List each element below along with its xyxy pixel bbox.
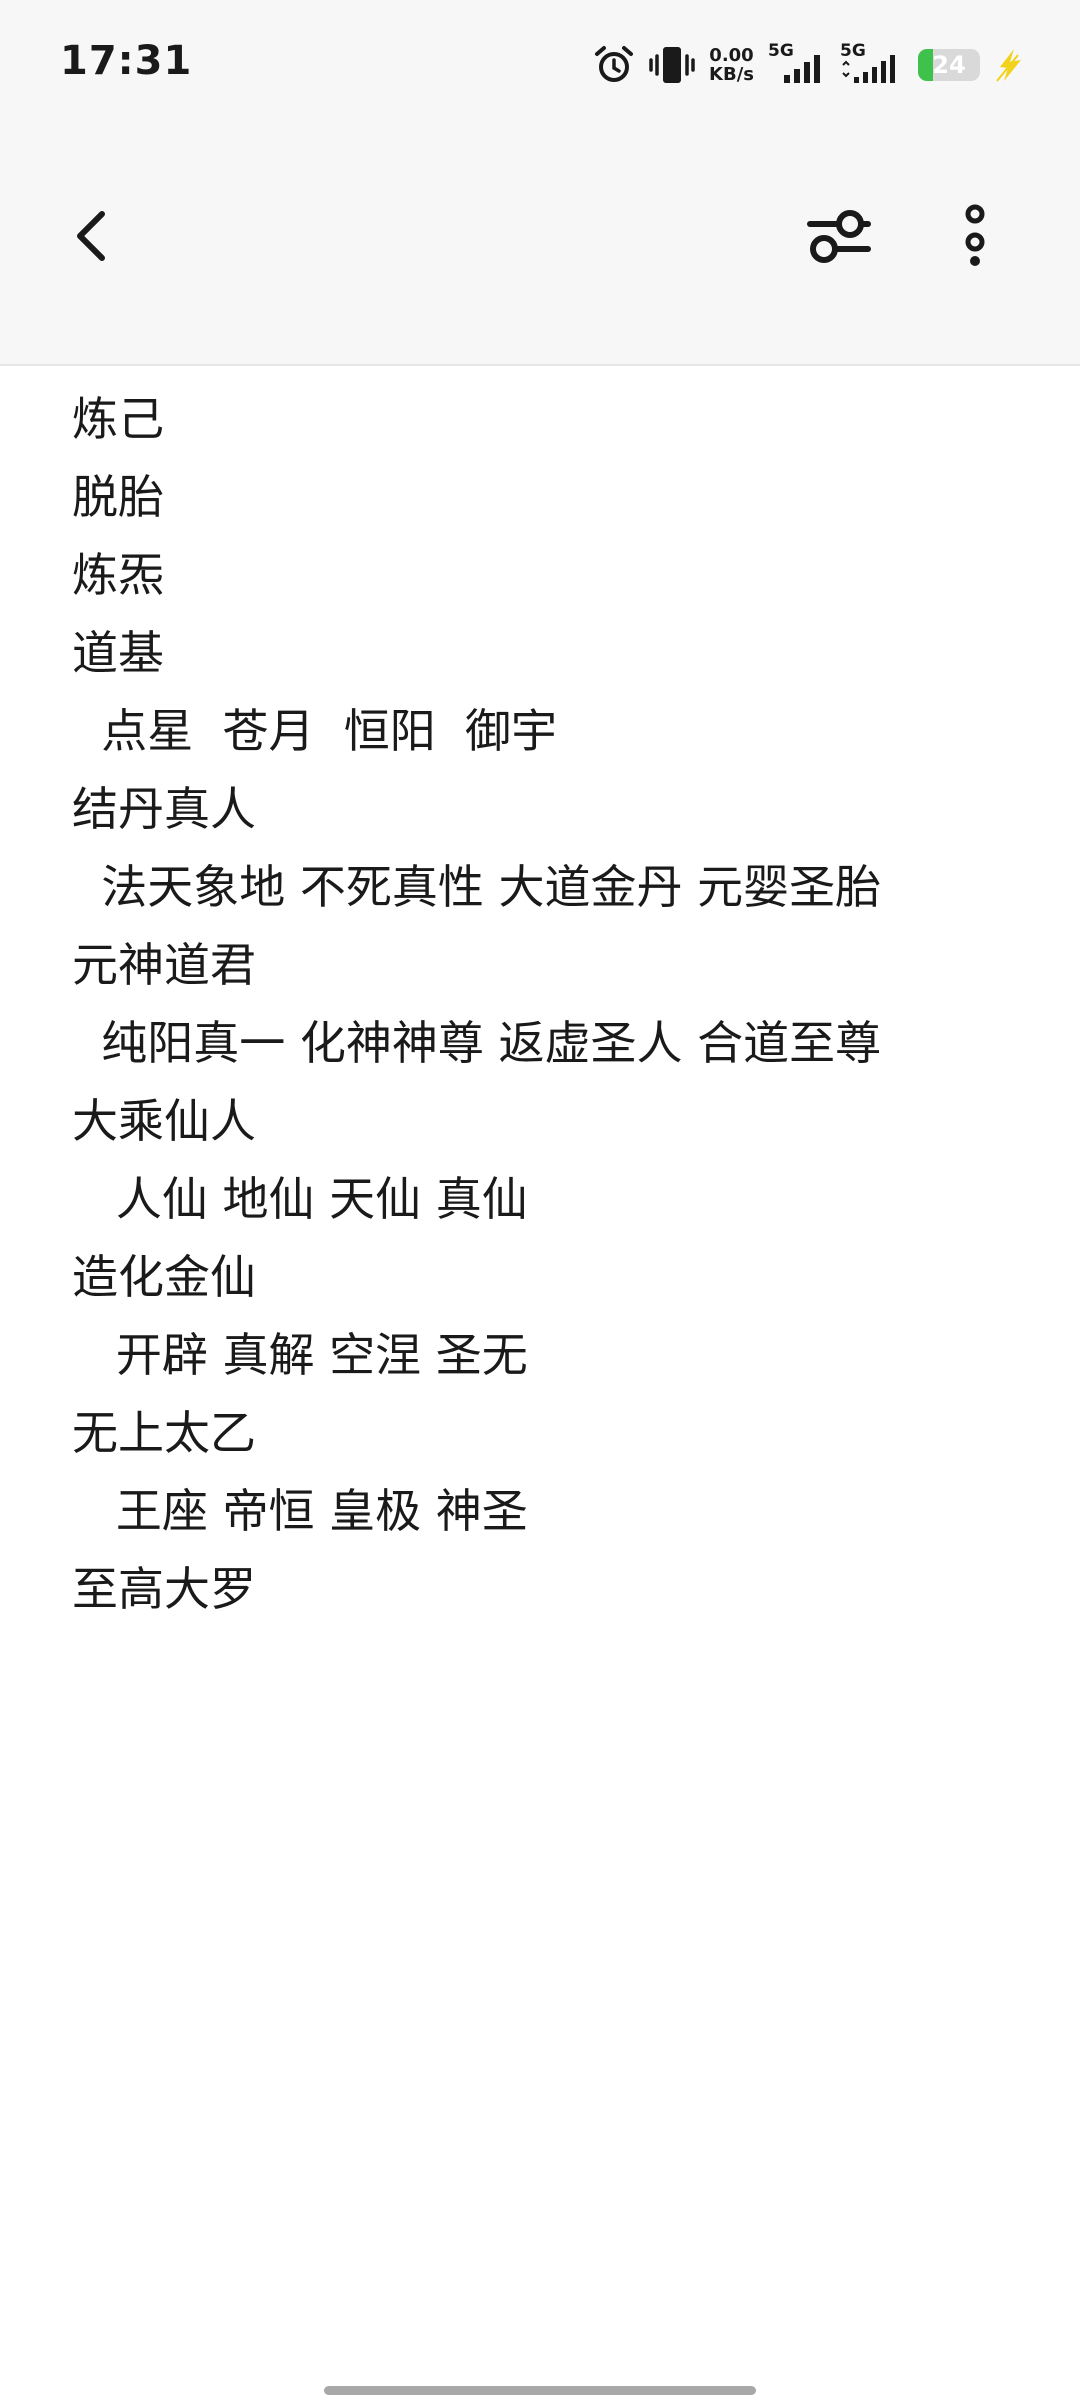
note-line: 法天象地 不死真性 大道金丹 元婴圣胎 [72,860,882,914]
note-line: 至高大罗 [72,1562,256,1616]
chevron-left-icon [77,211,105,261]
note-line: 道基 [72,626,164,680]
more-options-button[interactable] [935,196,1015,276]
note-line: 炼炁 [72,548,164,602]
note-content[interactable]: 炼己 脱胎 炼炁 道基 点星 苍月 恒阳 御宇 结丹真人 法天象地 不死真性 大… [72,380,1032,1628]
back-button[interactable] [52,196,132,276]
more-vertical-icon [965,204,985,266]
signal-icon: 5G [840,43,904,87]
note-line: 脱胎 [72,470,164,524]
note-line: 无上太乙 [72,1406,256,1460]
network-speed-value: 0.00 [709,45,754,66]
status-icons: 0.00 KB/s 5G 5G 24 [593,40,1024,90]
note-line: 结丹真人 [72,782,256,836]
network-speed-unit: KB/s [709,64,754,85]
note-line: 人仙 地仙 天仙 真仙 [72,1172,528,1226]
note-line: 点星 苍月 恒阳 御宇 [72,704,557,758]
note-line: 开辟 真解 空涅 圣无 [72,1328,528,1382]
battery-level-text: 24 [932,51,966,79]
note-line: 大乘仙人 [72,1094,256,1148]
note-line: 纯阳真一 化神神尊 返虚圣人 合道至尊 [72,1016,882,1070]
note-line: 王座 帝恒 皇极 神圣 [72,1484,528,1538]
status-bar: 17:31 0.00 KB/s 5G 5G 24 [0,0,1080,130]
network-speed: 0.00 KB/s [709,46,754,84]
signal-icon: 5G [768,43,826,87]
home-indicator[interactable] [324,2386,756,2395]
alarm-icon [593,44,635,86]
filter-settings-button[interactable] [794,196,884,276]
app-bar [0,130,1080,366]
charging-icon [994,47,1024,83]
note-line: 元神道君 [72,938,256,992]
status-time: 17:31 [60,38,193,84]
filter-settings-icon [807,210,871,263]
note-line: 造化金仙 [72,1250,256,1304]
note-line: 炼己 [72,392,164,446]
vibrate-icon [649,44,695,86]
battery-icon: 24 [918,49,980,81]
